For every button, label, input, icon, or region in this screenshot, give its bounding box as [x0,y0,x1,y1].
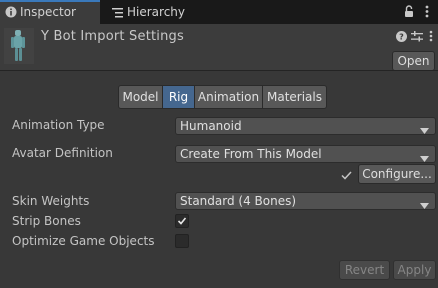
animation-type-value: Humanoid [180,119,242,133]
tab-animation[interactable]: Animation [194,85,263,109]
header-divider [0,70,438,71]
dropdown-arrow-icon [420,151,429,165]
avatar-definition-value: Create From This Model [180,147,322,161]
avatar-definition-dropdown[interactable]: Create From This Model [175,145,436,163]
lock-icon[interactable] [404,5,414,21]
page-title: Y Bot Import Settings [41,29,184,44]
open-button[interactable]: Open [392,51,435,71]
hierarchy-icon [112,7,123,21]
skin-weights-value: Standard (4 Bones) [180,194,297,208]
header-kebab-icon[interactable] [429,30,433,45]
svg-text:?: ? [399,33,404,42]
strip-bones-checkbox[interactable] [175,214,189,228]
tab-hierarchy-label: Hierarchy [127,5,186,19]
tab-materials[interactable]: Materials [262,85,327,109]
tab-inspector[interactable]: Inspector [0,0,100,24]
tab-inspector-label: Inspector [20,5,76,19]
presets-icon[interactable] [411,31,423,45]
tab-bar: Inspector Hierarchy [0,0,438,24]
skin-weights-label: Skin Weights [12,194,90,208]
skin-weights-dropdown[interactable]: Standard (4 Bones) [175,192,436,210]
tab-rig[interactable]: Rig [162,85,195,109]
help-icon[interactable]: ? [396,31,407,45]
dropdown-arrow-icon [420,198,429,212]
configure-button[interactable]: Configure... [358,164,436,184]
strip-bones-label: Strip Bones [12,214,81,228]
avatar-definition-label: Avatar Definition [12,146,113,160]
kebab-menu-icon[interactable] [425,5,429,21]
apply-button[interactable]: Apply [393,260,436,280]
tab-hierarchy[interactable]: Hierarchy [101,0,221,24]
dropdown-arrow-icon [420,123,429,137]
animation-type-dropdown[interactable]: Humanoid [175,117,436,135]
tab-model[interactable]: Model [118,85,163,109]
info-icon [5,6,17,21]
animation-type-label: Animation Type [12,118,105,132]
optimize-game-objects-checkbox[interactable] [175,234,189,248]
checkmark-icon [341,169,352,183]
optimize-game-objects-label: Optimize Game Objects [12,234,155,248]
inspector-header: Y Bot Import Settings ? Open [0,24,438,71]
model-thumbnail [4,28,34,64]
revert-button[interactable]: Revert [339,260,390,280]
